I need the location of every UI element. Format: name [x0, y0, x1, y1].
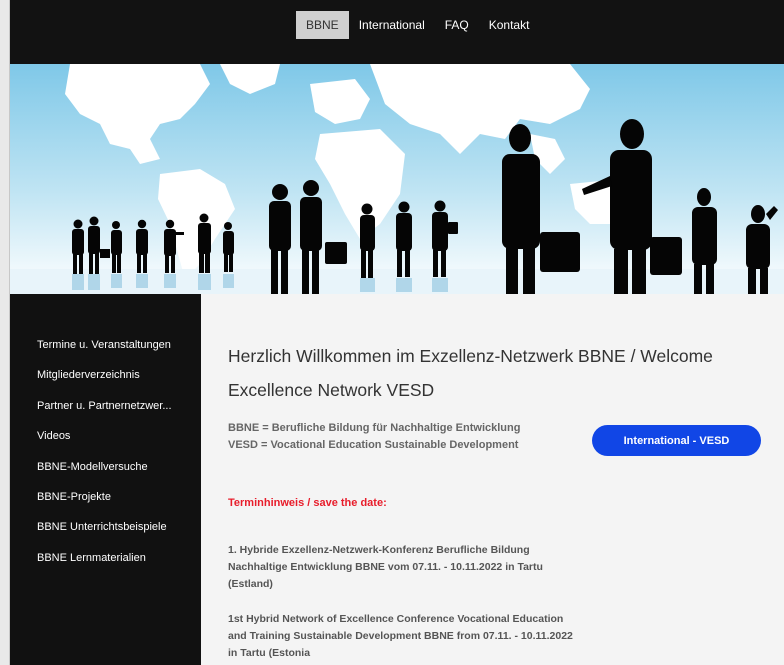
sidebar-item-mitgliederverzeichnis[interactable]: Mitgliederverzeichnis: [37, 369, 172, 399]
sidebar-menu: Termine u. Veranstaltungen Mitgliederver…: [37, 339, 172, 582]
sidebar-item-lernmaterialien[interactable]: BBNE Lernmaterialien: [37, 552, 172, 582]
conference-announcement-en: 1st Hybrid Network of Excellence Confere…: [228, 613, 573, 659]
hero-banner-image: [10, 64, 784, 294]
sidebar-item-projekte[interactable]: BBNE-Projekte: [37, 491, 172, 521]
sidebar-item-unterrichtsbeispiele[interactable]: BBNE Unterrichtsbeispiele: [37, 521, 172, 551]
nav-item-international[interactable]: International: [349, 11, 435, 39]
hero-illustration: [10, 64, 784, 294]
top-navigation-bar: BBNE International FAQ Kontakt: [10, 0, 784, 64]
sidebar-item-termine[interactable]: Termine u. Veranstaltungen: [37, 339, 172, 369]
nav-item-faq[interactable]: FAQ: [435, 11, 479, 39]
international-vesd-button[interactable]: International - VESD: [592, 425, 761, 456]
definition-bbne: BBNE = Berufliche Bildung für Nachhaltig…: [228, 422, 521, 434]
sidebar-item-modellversuche[interactable]: BBNE-Modellversuche: [37, 461, 172, 491]
conference-announcement-de: 1. Hybride Exzellenz-Netzwerk-Konferenz …: [228, 544, 543, 590]
main-navigation: BBNE International FAQ Kontakt: [296, 11, 539, 39]
sidebar-item-videos[interactable]: Videos: [37, 430, 172, 460]
main-content: Herzlich Willkommen im Exzellenz-Netzwer…: [201, 294, 784, 665]
save-the-date-notice: Terminhinweis / save the date:: [228, 497, 387, 509]
abbreviation-definitions: BBNE = Berufliche Bildung für Nachhaltig…: [228, 420, 520, 454]
nav-item-kontakt[interactable]: Kontakt: [479, 11, 540, 39]
browser-viewport: BBNE International FAQ Kontakt Termine u…: [0, 0, 784, 665]
sidebar-item-partner[interactable]: Partner u. Partnernetzwer...: [37, 400, 172, 430]
sidebar-navigation: Termine u. Veranstaltungen Mitgliederver…: [10, 294, 201, 665]
nav-item-bbne[interactable]: BBNE: [296, 11, 349, 39]
page-title: Herzlich Willkommen im Exzellenz-Netzwer…: [228, 346, 713, 400]
definition-vesd: VESD = Vocational Education Sustainable …: [228, 439, 519, 451]
